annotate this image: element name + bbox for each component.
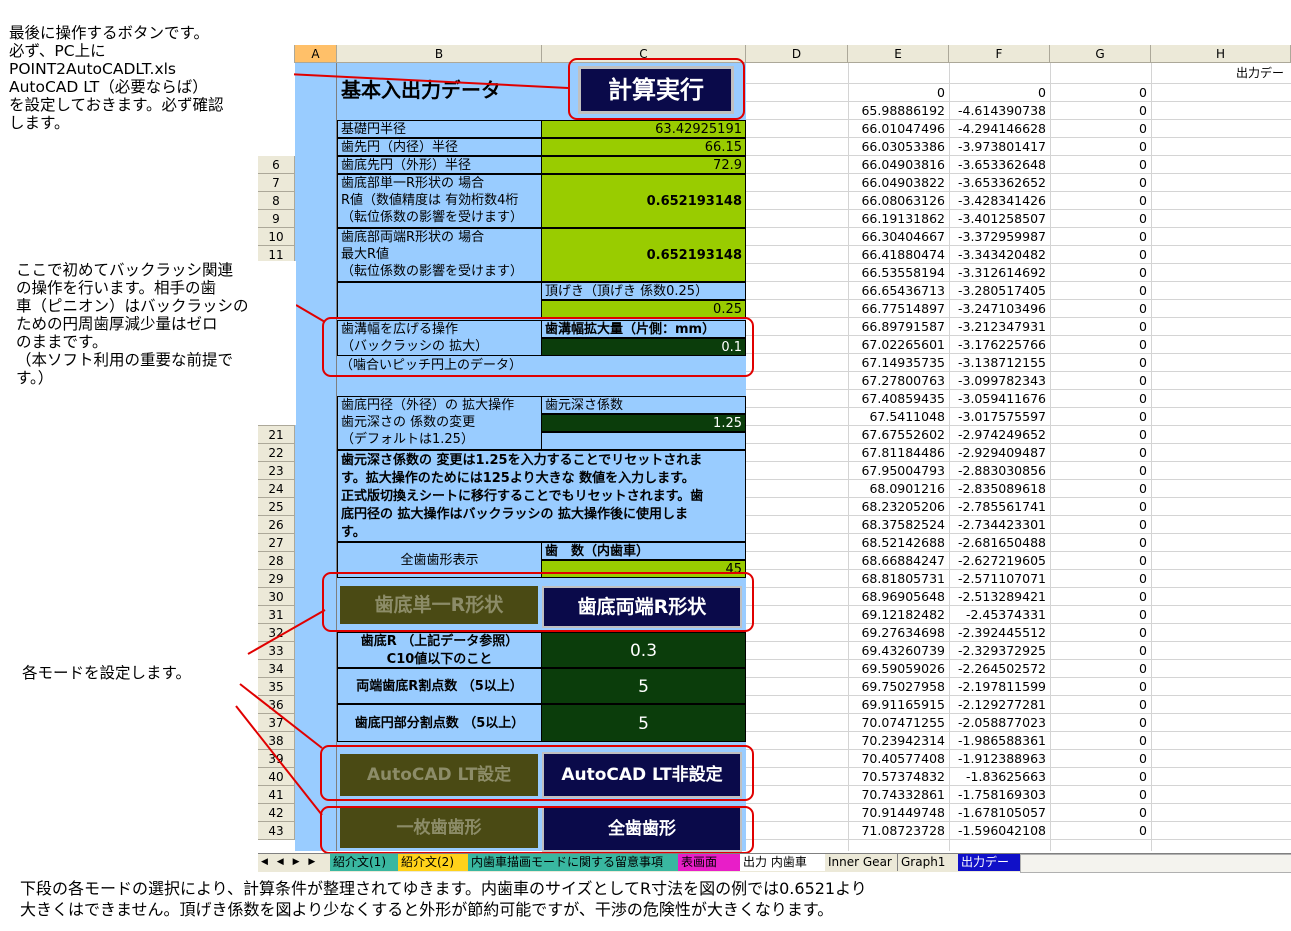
tab-1[interactable]: 紹介文(2) [398, 854, 469, 871]
sheet-tab-bar: ◀ ◀ ▶ ▶ 紹介文(1) 紹介文(2) 内歯車描画モードに関する留意事項 表画面出… [258, 853, 1291, 873]
horizontal-scrollbar[interactable] [1020, 854, 1291, 873]
tab-4[interactable]: 出力 内歯車 [740, 854, 827, 871]
tab-first-arrow[interactable]: ◀ ◀ ▶ ▶ [258, 854, 328, 871]
tab-3[interactable]: 表画面 [678, 854, 741, 871]
tab-0[interactable]: 紹介文(1) [330, 854, 399, 871]
spreadsheet: A B C D E F G H 678910111213141516171819… [0, 0, 1291, 931]
tab-2[interactable]: 内歯車描画モードに関する留意事項 [468, 854, 679, 871]
note-backlash: ここで初めてバックラッシ関連 の操作を行います。相手の歯 車（ピニオン）はバック… [16, 261, 296, 425]
note-modes: 各モードを設定します。 [22, 664, 191, 682]
note-bottom: 下段の各モードの選択により、計算条件が整理されてゆきます。内歯車のサイズとしてR… [20, 878, 867, 920]
tab-7[interactable]: 出力デー [958, 854, 1025, 871]
tab-6[interactable]: Graph1 [898, 854, 959, 871]
note-final-button: 最後に操作するボタンです。 必ず、PC上に POINT2AutoCADLT.xl… [9, 24, 294, 146]
tab-5[interactable]: Inner Gear [825, 854, 898, 871]
